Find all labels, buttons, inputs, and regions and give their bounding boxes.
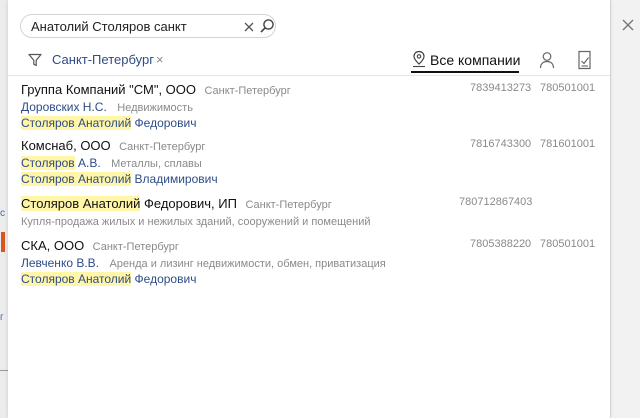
remove-city-filter-button[interactable]: × — [156, 52, 164, 67]
director-line: Столяров Анатолий Владимирович — [21, 170, 218, 187]
document-check-icon — [578, 50, 591, 70]
results-list: Группа Компаний "СМ", ООО Санкт-Петербур… — [8, 79, 610, 287]
result-row[interactable]: Группа Компаний "СМ", ООО Санкт-Петербур… — [8, 79, 610, 131]
activity-line: Купля-продажа жилых и нежилых зданий, со… — [21, 212, 371, 229]
director-name-match: Столяров Анатолий — [21, 116, 132, 130]
background-accent-marker — [1, 232, 5, 252]
contact-person-rest: А.В. — [74, 156, 101, 170]
director-name-rest: Федорович — [131, 272, 197, 286]
activity-type: Недвижимость — [117, 102, 193, 114]
company-inn: 7839413273 — [470, 82, 532, 94]
director-name-rest: Федорович — [131, 116, 197, 130]
background-text: г — [0, 312, 4, 323]
filter-row: Санкт-Петербург × Все компании — [8, 44, 610, 76]
company-city: Санкт-Петербург — [119, 141, 206, 153]
contact-person-match: Столяров — [21, 156, 75, 170]
director-name-match: Столяров Анатолий — [21, 172, 132, 186]
company-name: Комснаб, ООО — [21, 138, 111, 153]
company-kpp: 780501001 — [540, 238, 596, 250]
person-line: Столяров А.В. Металлы, сплавы — [21, 154, 202, 171]
search-box — [20, 14, 276, 38]
director-name-match: Столяров Анатолий — [21, 272, 132, 286]
close-icon — [622, 19, 634, 31]
overlay-right-strip — [610, 0, 640, 418]
activity-type: Купля-продажа жилых и нежилых зданий, со… — [21, 216, 371, 228]
person-line: Доровских Н.С. Недвижимость — [21, 98, 193, 115]
background-text: с — [0, 208, 5, 219]
result-row[interactable]: Столяров Анатолий Федорович, ИП Санкт-Пе… — [8, 193, 610, 229]
company-city: Санкт-Петербург — [92, 241, 179, 253]
company-name: СКА, ООО — [21, 238, 85, 253]
director-name-rest: Владимирович — [131, 172, 218, 186]
company-inn: 7816743300 — [470, 138, 532, 150]
company-line: Столяров Анатолий Федорович, ИП Санкт-Пе… — [21, 195, 332, 212]
result-row[interactable]: Комснаб, ООО Санкт-Петербург 7816743300 … — [8, 135, 610, 187]
location-pin-icon — [413, 50, 425, 68]
company-city: Санкт-Петербург — [245, 199, 332, 211]
search-button[interactable] — [259, 18, 275, 34]
search-icon — [260, 19, 274, 33]
company-kpp: 780501001 — [540, 82, 596, 94]
contact-person: Левченко В.В. — [21, 256, 100, 270]
company-name-rest: Федорович, ИП — [140, 196, 237, 211]
company-inn: 780712867403 — [459, 196, 533, 208]
company-name-match: Столяров Анатолий — [21, 196, 141, 211]
company-city: Санкт-Петербург — [204, 85, 291, 97]
clear-search-button[interactable] — [243, 20, 255, 32]
person-line: Левченко В.В. Аренда и лизинг недвижимос… — [21, 254, 386, 271]
close-button[interactable] — [621, 18, 635, 32]
contact-person: Доровских Н.С. — [21, 100, 107, 114]
company-kpp: 781601001 — [540, 138, 596, 150]
activity-type: Аренда и лизинг недвижимости, обмен, при… — [109, 258, 386, 270]
company-line: СКА, ООО Санкт-Петербург — [21, 237, 179, 254]
company-line: Комснаб, ООО Санкт-Петербург — [21, 137, 205, 154]
company-line: Группа Компаний "СМ", ООО Санкт-Петербур… — [21, 81, 291, 98]
activity-type: Металлы, сплавы — [111, 158, 202, 170]
clear-icon — [244, 22, 254, 32]
company-inn: 7805388220 — [470, 238, 532, 250]
director-line: Столяров Анатолий Федорович — [21, 114, 196, 131]
search-panel: Санкт-Петербург × Все компании — [8, 0, 610, 418]
active-tab-indicator — [411, 71, 519, 73]
person-icon — [539, 52, 555, 69]
director-line: Столяров Анатолий Федорович — [21, 270, 196, 287]
filter-icon — [28, 53, 42, 67]
header-divider — [8, 75, 610, 76]
result-row[interactable]: СКА, ООО Санкт-Петербург 7805388220 7805… — [8, 235, 610, 287]
filter-button[interactable] — [28, 53, 42, 67]
company-name: Группа Компаний "СМ", ООО — [21, 82, 196, 97]
tab-all-companies-label: Все компании — [430, 52, 521, 68]
tab-documents[interactable] — [577, 50, 593, 70]
search-input[interactable] — [31, 18, 235, 35]
background-divider — [0, 370, 8, 371]
tab-people[interactable] — [539, 51, 555, 69]
city-filter-chip[interactable]: Санкт-Петербург — [52, 52, 154, 67]
